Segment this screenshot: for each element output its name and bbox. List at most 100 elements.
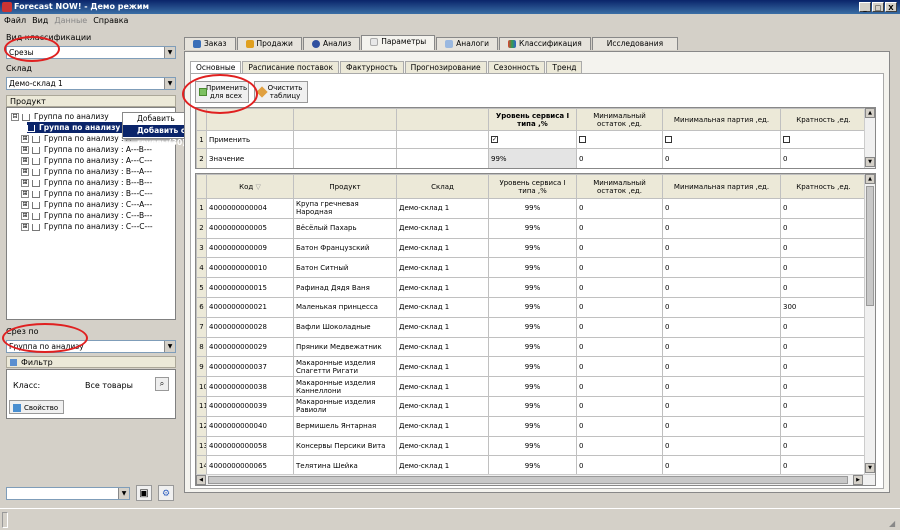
apply-all-button[interactable]: Применить для всех [195, 81, 249, 103]
property-button[interactable]: Свойство [9, 400, 64, 414]
cell-code[interactable]: 4000000000058 [206, 435, 294, 457]
cell-product[interactable]: Консервы Персики Вита [293, 435, 397, 457]
cell-code[interactable]: 4000000000005 [206, 217, 294, 239]
column-header-multiplicity[interactable]: Кратность ,ед. [780, 174, 867, 199]
subtab-delivery-schedule[interactable]: Расписание поставок [242, 61, 340, 73]
tree-node[interactable]: ⊞ Группа по анализу : A---B--- [21, 144, 152, 155]
cell-service-level[interactable]: 99% [488, 296, 577, 318]
tree-node[interactable]: ⊞ Группа по анализу : A [21, 133, 131, 144]
cell-service-level[interactable]: 99% [488, 217, 577, 239]
column-header-product[interactable]: Продукт [293, 174, 397, 199]
tree-node-selected[interactable]: Группа по анализу [27, 122, 124, 133]
scroll-up-icon[interactable]: ▲ [865, 174, 875, 184]
apply-min-stock-checkbox[interactable] [579, 136, 586, 143]
cell-code[interactable]: 4000000000038 [206, 376, 294, 397]
warehouse-select[interactable]: Демо-склад 1 ▼ [6, 77, 176, 90]
cell-service-level[interactable]: 99% [488, 395, 577, 417]
cell-multiplicity[interactable]: 0 [780, 257, 867, 279]
table-row[interactable]: 7 4000000000028 Вафли Шоколадные Демо-склад… [196, 316, 867, 338]
cell-service-level[interactable]: 99% [488, 435, 577, 457]
tree-node[interactable]: ⊞ Группа по анализу : B---A--- [21, 166, 152, 177]
cell-min-stock[interactable]: 0 [576, 237, 663, 259]
cell-multiplicity[interactable]: 0 [780, 198, 867, 219]
cell-product[interactable]: Батон Французский [293, 237, 397, 259]
tab-research[interactable]: Исследования [591, 37, 679, 50]
cell-warehouse[interactable]: Демо-склад 1 [396, 257, 489, 279]
cell-warehouse[interactable]: Демо-склад 1 [396, 336, 489, 358]
cell-code[interactable]: 4000000000004 [206, 198, 294, 219]
cell-min-stock[interactable]: 0 [576, 356, 663, 378]
cell-multiplicity[interactable]: 0 [780, 316, 867, 338]
slice-select[interactable]: Группа по анализу ▼ [6, 340, 176, 353]
cell-warehouse[interactable]: Демо-склад 1 [396, 217, 489, 239]
cell-service-level[interactable]: 99% [488, 257, 577, 279]
cell-multiplicity[interactable]: 0 [780, 336, 867, 358]
cell-min-stock[interactable]: 0 [576, 395, 663, 417]
cell-multiplicity[interactable]: 0 [780, 435, 867, 457]
cell-code[interactable]: 4000000000040 [206, 415, 294, 437]
tab-classification[interactable]: Классификация [498, 37, 591, 50]
tree-node[interactable]: ⊞ Группа по анализу : C---B--- [21, 210, 152, 221]
cell-min-batch[interactable]: 0 [662, 296, 781, 318]
tree-node[interactable]: ⊞ Группа по анализу : C---A--- [21, 199, 152, 210]
cell-warehouse[interactable]: Демо-склад 1 [396, 435, 489, 457]
scrollbar-thumb[interactable] [208, 476, 848, 484]
cell-min-stock[interactable]: 0 [576, 455, 663, 477]
apply-multiplicity-checkbox[interactable] [783, 136, 790, 143]
maximize-button[interactable]: □ [872, 2, 884, 12]
cell-warehouse[interactable]: Демо-склад 1 [396, 198, 489, 219]
table-row[interactable]: 124000000000040Вермишель ЯнтарнаяДемо-ск… [196, 415, 867, 437]
cell-multiplicity[interactable]: 0 [780, 455, 867, 477]
cell-warehouse[interactable]: Демо-склад 1 [396, 356, 489, 378]
tab-parameters[interactable]: Параметры [361, 35, 436, 50]
scroll-down-icon[interactable]: ▼ [865, 463, 875, 473]
chevron-down-icon[interactable]: ▼ [164, 78, 175, 89]
cell-min-batch[interactable]: 0 [662, 336, 781, 358]
cell-code[interactable]: 4000000000021 [206, 296, 294, 318]
column-header-code[interactable]: Код ▽ [206, 174, 294, 199]
cell-warehouse[interactable]: Демо-склад 1 [396, 237, 489, 259]
cell-product[interactable]: Макаронные изделия Равиоли [293, 395, 397, 417]
chevron-down-icon[interactable]: ▼ [118, 488, 129, 499]
cell-product[interactable]: Вафли Шоколадные [293, 316, 397, 338]
cell-service-level[interactable]: 99% [488, 455, 577, 477]
close-button[interactable]: X [885, 2, 897, 12]
subtab-trend[interactable]: Тренд [546, 61, 583, 73]
cell-min-batch[interactable]: 0 [662, 356, 781, 378]
cell-warehouse[interactable]: Демо-склад 1 [396, 376, 489, 397]
cell-min-stock[interactable]: 0 [576, 296, 663, 318]
scroll-right-icon[interactable]: ▶ [853, 475, 863, 485]
value-min-stock[interactable]: 0 [576, 148, 663, 168]
cell-multiplicity[interactable]: 0 [780, 376, 867, 397]
table-row[interactable]: 144000000000065Телятина ШейкаДемо-склад … [196, 455, 867, 477]
cell-service-level[interactable]: 99% [488, 356, 577, 378]
chevron-down-icon[interactable]: ▼ [164, 47, 175, 58]
vertical-scrollbar[interactable]: ▲ ▼ [864, 108, 875, 168]
table-row[interactable]: 4 4000000000010 Батон Ситный Демо-склад 1 99… [196, 257, 867, 279]
value-min-batch[interactable]: 0 [662, 148, 781, 168]
cell-min-batch[interactable]: 0 [662, 277, 781, 298]
cell-service-level[interactable]: 99% [488, 376, 577, 397]
cell-warehouse[interactable]: Демо-склад 1 [396, 455, 489, 477]
subtab-forecasting[interactable]: Прогнозирование [404, 61, 487, 73]
column-header-service-level[interactable]: Уровень сервиса I типа ,% [488, 108, 577, 131]
vertical-scrollbar[interactable]: ▲ ▼ [864, 174, 875, 474]
tab-analogs[interactable]: Аналоги [436, 37, 498, 50]
cell-min-stock[interactable]: 0 [576, 257, 663, 279]
cell-product[interactable]: Макаронные изделия Каннеллони [293, 376, 397, 397]
cell-service-level[interactable]: 99% [488, 316, 577, 338]
table-row[interactable]: 2 4000000000005 Вёсёлый Пахарь Демо-склад 1… [196, 217, 867, 239]
table-row[interactable]: 9 4000000000037 Макаронные изделия Спагетт… [196, 356, 867, 378]
cell-service-level[interactable]: 99% [488, 198, 577, 219]
table-row[interactable]: 8 4000000000029 Пряники Медвежатник Демо-ск… [196, 336, 867, 358]
cell-min-batch[interactable]: 0 [662, 395, 781, 417]
subtab-main[interactable]: Основные [190, 61, 242, 73]
cell-product[interactable]: Телятина Шейка [293, 455, 397, 477]
cell-min-stock[interactable]: 0 [576, 376, 663, 397]
cell-service-level[interactable]: 99% [488, 336, 577, 358]
cell-product[interactable]: Пряники Медвежатник [293, 336, 397, 358]
apply-min-batch-checkbox[interactable] [665, 136, 672, 143]
classification-select[interactable]: Срезы ▼ [6, 46, 176, 59]
menu-view[interactable]: Вид [32, 14, 48, 27]
scrollbar-thumb[interactable] [866, 186, 874, 306]
